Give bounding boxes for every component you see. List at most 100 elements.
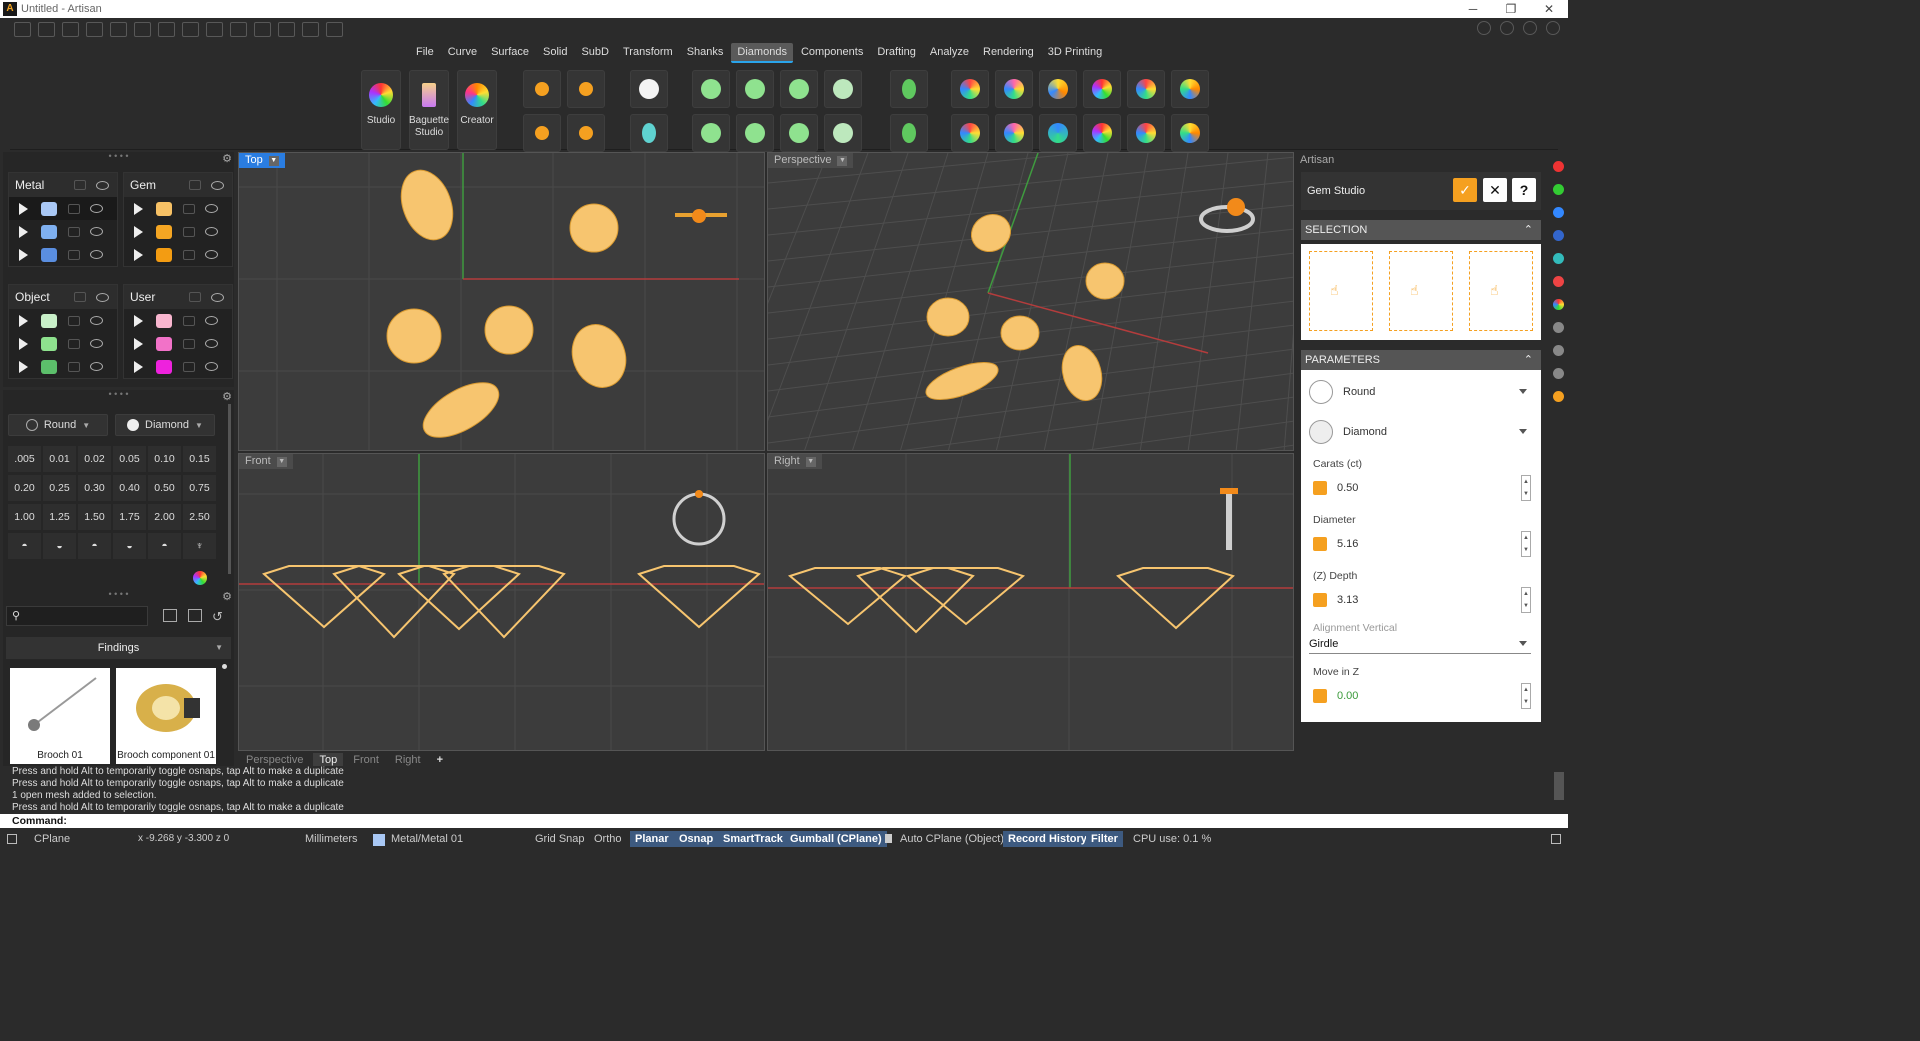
diameter-field[interactable]: 5.16 ▲ ▼ [1309,531,1535,557]
tab-front[interactable]: Front [347,753,385,767]
lock-icon[interactable] [68,315,80,326]
lock-icon[interactable] [74,292,86,302]
play-icon[interactable] [134,225,143,238]
material-select[interactable]: Diamond [1309,417,1533,447]
eye-icon[interactable] [205,316,218,325]
creator-button[interactable]: Creator [457,70,497,150]
parameters-header[interactable]: PARAMETERS ⌃ [1301,350,1541,370]
environment-icon[interactable] [1552,253,1564,264]
tab-perspective[interactable]: Perspective [240,753,309,767]
scrollbar[interactable] [1554,772,1564,800]
layers-icon[interactable] [1552,345,1564,356]
cutter-edit-button[interactable] [890,114,928,152]
menu-rendering[interactable]: Rendering [977,43,1040,63]
layers-icon[interactable] [1500,21,1514,35]
units-label[interactable]: Millimeters [305,833,358,845]
edit-icon[interactable] [254,21,271,37]
osnap-toggle[interactable]: Osnap [674,831,719,847]
minimize-button[interactable]: ─ [1454,0,1492,18]
eye-icon[interactable] [96,292,109,302]
tools-icon[interactable] [1552,276,1564,287]
panel-grip[interactable]: • • • • [3,590,234,599]
eye-icon[interactable] [205,362,218,371]
layer-swatch[interactable] [156,247,172,262]
eye-icon[interactable] [205,204,218,213]
carat-button[interactable]: 0.20 [8,475,41,501]
folder-add-icon[interactable] [188,609,202,622]
ortho-toggle[interactable]: Ortho [589,831,627,847]
carat-button[interactable]: 0.40 [113,475,146,501]
eye-icon[interactable] [90,227,103,236]
lock-icon[interactable] [189,180,201,190]
layer-swatch[interactable] [41,201,57,216]
play-icon[interactable] [19,225,28,238]
lock-icon[interactable] [183,249,195,260]
cluster-button[interactable] [824,70,862,108]
gem-profile-4-button[interactable]: ◒ [113,533,146,559]
gem-prong-button[interactable]: ♆ [183,533,216,559]
panel-toggle-icon[interactable] [7,834,17,844]
gem-profile-3-button[interactable]: ◓ [78,533,111,559]
play-icon[interactable] [19,337,28,350]
lock-icon[interactable] [183,361,195,372]
baguette-studio-button[interactable]: Baguette Studio [409,70,449,150]
carat-button[interactable]: 0.75 [183,475,216,501]
menu-components[interactable]: Components [795,43,869,63]
lock-icon[interactable] [68,226,80,237]
select-single-button[interactable]: ☝ [1389,251,1453,331]
carat-button[interactable]: .005 [8,446,41,472]
redo-icon[interactable] [134,21,151,37]
layer-swatch[interactable] [156,359,172,374]
eye-icon[interactable] [90,250,103,259]
carat-button[interactable]: 0.05 [113,446,146,472]
selection-header[interactable]: SELECTION ⌃ [1301,220,1541,240]
color-wheel-icon[interactable] [193,571,207,585]
eye-icon[interactable] [90,362,103,371]
eye-icon[interactable] [90,339,103,348]
carat-button[interactable]: 0.25 [43,475,76,501]
play-icon[interactable] [19,248,28,261]
oval-gem-button[interactable] [630,114,668,152]
gems-between-button[interactable] [567,70,605,108]
play-icon[interactable] [134,314,143,327]
carat-button[interactable]: 0.30 [78,475,111,501]
depth-field[interactable]: 3.13 ▲ ▼ [1309,587,1535,613]
gear-icon[interactable]: ⚙ [222,590,232,603]
export-icon[interactable] [206,21,223,37]
carat-button[interactable]: 0.01 [43,446,76,472]
chevron-down-icon[interactable]: ▼ [805,456,816,467]
alignment-select[interactable]: Girdle [1309,636,1531,654]
play-icon[interactable] [134,248,143,261]
play-icon[interactable] [19,360,28,373]
category-dropdown[interactable]: Findings ▼ [6,637,231,659]
new-icon[interactable] [14,21,31,37]
close-button[interactable]: ✕ [1530,0,1568,18]
lock-icon[interactable] [68,361,80,372]
gem-profile-1-button[interactable]: ◓ [8,533,41,559]
menu-3d-printing[interactable]: 3D Printing [1042,43,1108,63]
gem-color-button[interactable] [1083,70,1121,108]
viewport-front[interactable]: Front ▼ [238,453,765,751]
carat-button[interactable]: 1.00 [8,504,41,530]
eye-icon[interactable] [96,180,109,190]
gem-weight-button[interactable] [995,70,1033,108]
import-icon[interactable] [86,21,103,37]
palette-icon[interactable] [1552,299,1564,310]
chevron-down-icon[interactable]: ▼ [837,155,848,166]
pave-button[interactable] [824,114,862,152]
menu-diamonds[interactable]: Diamonds [731,43,793,63]
play-icon[interactable] [134,337,143,350]
layer-swatch[interactable] [156,201,172,216]
key-icon[interactable] [1546,21,1560,35]
depth-stepper[interactable]: ▲ ▼ [1521,587,1531,613]
prong-button[interactable] [780,114,818,152]
tab-top[interactable]: Top [313,753,344,767]
chevron-down-icon[interactable]: ▼ [276,456,287,467]
menu-analyze[interactable]: Analyze [924,43,975,63]
lock-icon[interactable] [189,292,201,302]
eye-icon[interactable] [205,339,218,348]
eye-icon[interactable] [211,292,224,302]
artisan-logo-icon[interactable] [1552,391,1564,402]
confirm-button[interactable]: ✓ [1453,178,1477,202]
viewport-perspective[interactable]: Perspective ▼ [767,152,1294,451]
